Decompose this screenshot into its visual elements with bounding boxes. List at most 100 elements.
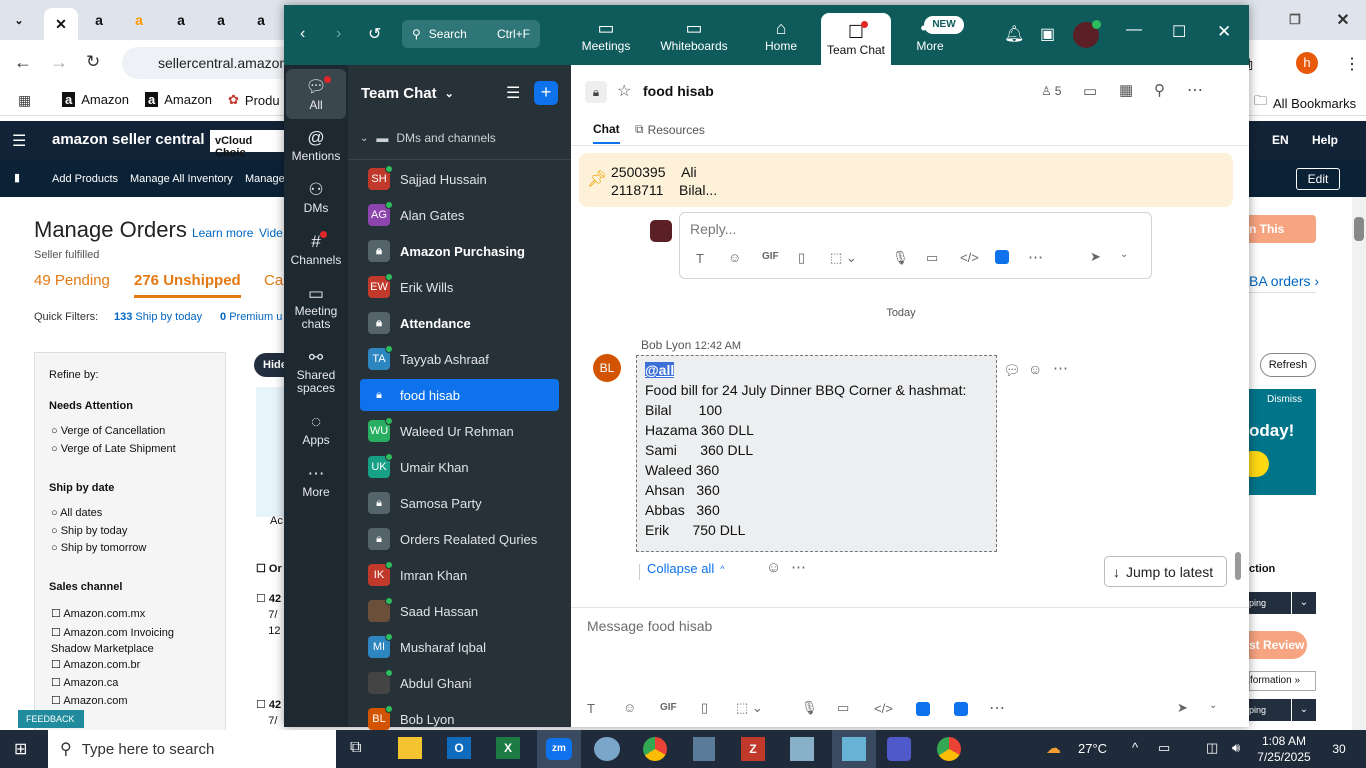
message-body[interactable]: @all Food bill for 24 July Dinner BBQ Co… bbox=[636, 355, 997, 552]
filter-channel[interactable]: ☐ Amazon.ca bbox=[51, 676, 118, 689]
star-icon[interactable]: ☆ bbox=[617, 81, 631, 101]
language-selector[interactable]: EN bbox=[1272, 133, 1289, 147]
chat-list-item[interactable]: 🔒︎ Amazon Purchasing bbox=[360, 235, 559, 267]
unshipped-tab[interactable]: 276 Unshipped bbox=[134, 272, 241, 298]
tab-chat[interactable]: Chat bbox=[593, 122, 620, 144]
bookmark-products[interactable]: ✿ Produ bbox=[228, 92, 280, 108]
send-icon[interactable]: ➤ bbox=[1177, 700, 1188, 716]
filter-ship-tomorrow[interactable]: ○ Ship by tomorrow bbox=[51, 542, 146, 554]
review-button[interactable]: st Review bbox=[1249, 631, 1307, 659]
rail-mentions[interactable]: @ Mentions bbox=[286, 127, 346, 163]
nav-add-products[interactable]: Add Products bbox=[52, 173, 118, 185]
tab-amazon-icon[interactable]: a bbox=[86, 8, 112, 32]
task-view-icon[interactable]: ⧉ bbox=[350, 739, 361, 757]
tab-team-chat[interactable]: ☐ Team Chat bbox=[821, 13, 891, 65]
scroll-thumb[interactable] bbox=[1235, 552, 1241, 580]
shipping-button[interactable]: ping bbox=[1249, 699, 1291, 721]
close-window-icon[interactable]: ✕ bbox=[1330, 8, 1356, 32]
chat-list-item[interactable]: 🔒︎ food hisab bbox=[360, 379, 559, 411]
tray-chevron-icon[interactable]: ^ bbox=[1132, 740, 1138, 755]
notification-center[interactable]: 30 bbox=[1326, 739, 1352, 759]
zoom-taskbar-item[interactable]: zm bbox=[537, 730, 581, 768]
help-page-button[interactable]: n This Page bbox=[1249, 215, 1316, 264]
chat-list-item[interactable]: UK Umair Khan bbox=[360, 451, 559, 483]
tab-amazon-icon[interactable]: a bbox=[248, 8, 274, 32]
more-actions-icon[interactable]: ⋯ bbox=[1053, 359, 1068, 377]
video-call-icon[interactable]: ▭ bbox=[1083, 82, 1097, 100]
chat-list-item[interactable]: 🔒︎ Orders Realated Quries bbox=[360, 523, 559, 555]
vcloud-selector[interactable]: vCloud Choic bbox=[210, 130, 290, 159]
gif-icon[interactable]: GIF bbox=[762, 251, 779, 262]
tab-resources[interactable]: ⧉ Resources bbox=[635, 122, 705, 137]
scroll-thumb[interactable] bbox=[1354, 217, 1364, 241]
message-input[interactable]: Message food hisab bbox=[587, 618, 712, 634]
reply-thread-icon[interactable]: 💬︎ bbox=[1003, 362, 1021, 379]
windows-start-icon[interactable]: ⊞ bbox=[14, 739, 27, 759]
pending-tab[interactable]: 49 Pending bbox=[34, 272, 110, 289]
filter-channel[interactable]: ☐ Amazon.com Invoicing Shadow Marketplac… bbox=[51, 625, 201, 657]
filter-channel[interactable]: ☐ Amazon.com.br bbox=[51, 658, 140, 671]
order-row[interactable]: ☐ 42 7/ 12 bbox=[256, 591, 281, 639]
clock[interactable]: 1:08 AM 7/25/2025 bbox=[1256, 733, 1312, 765]
more-icon[interactable]: ⋯ bbox=[989, 698, 1005, 718]
tab-whiteboards[interactable]: ▭ Whiteboards bbox=[654, 5, 734, 65]
gif-icon[interactable]: GIF bbox=[660, 702, 677, 713]
add-reaction-icon[interactable]: ☺ bbox=[766, 559, 781, 576]
close-icon[interactable]: ✕ bbox=[1217, 22, 1231, 42]
rail-all[interactable]: 💬︎ All bbox=[286, 69, 346, 119]
chat-list-item[interactable]: WU Waleed Ur Rehman bbox=[360, 415, 559, 447]
more-icon[interactable]: ⋯ bbox=[1028, 248, 1043, 266]
edit-button[interactable]: Edit bbox=[1296, 168, 1340, 190]
filezilla-icon[interactable]: Z bbox=[741, 737, 765, 761]
rail-meeting-chats[interactable]: ▭ Meeting chats bbox=[286, 283, 346, 331]
dismiss-link[interactable]: Dismiss bbox=[1267, 394, 1302, 405]
back-icon[interactable]: ‹ bbox=[300, 25, 305, 43]
rail-more[interactable]: ⋯ More bbox=[286, 463, 346, 499]
calendar-icon[interactable]: ▦ bbox=[1119, 81, 1133, 99]
chat-list-item[interactable]: Saad Hassan bbox=[360, 595, 559, 627]
sender-avatar[interactable]: BL bbox=[593, 354, 621, 382]
chrome-icon[interactable] bbox=[937, 737, 961, 761]
app-icon[interactable] bbox=[594, 737, 620, 761]
information-button[interactable]: formation » bbox=[1249, 671, 1316, 691]
learn-more-link[interactable]: Learn more bbox=[192, 226, 253, 240]
add-reaction-icon[interactable]: ☺ bbox=[1028, 361, 1042, 377]
mic-icon[interactable]: 🎙︎ bbox=[801, 700, 818, 716]
chat-list-item[interactable]: SH Sajjad Hussain bbox=[360, 163, 559, 195]
reply-input[interactable]: Reply... bbox=[690, 221, 736, 237]
temperature[interactable]: 27°C bbox=[1078, 741, 1107, 756]
search-icon[interactable]: ⚲ bbox=[1154, 81, 1165, 99]
close-tab-icon[interactable]: ✕ bbox=[44, 8, 78, 40]
back-icon[interactable]: ← bbox=[14, 52, 32, 73]
excel-icon[interactable]: X bbox=[496, 737, 520, 759]
chevron-down-icon[interactable]: ⌄ bbox=[1120, 249, 1128, 260]
mention-all[interactable]: @all bbox=[645, 360, 988, 380]
rail-channels[interactable]: # Channels bbox=[286, 231, 346, 267]
filter-channel[interactable]: ☐ Amazon.com.mx bbox=[51, 607, 145, 620]
feedback-button[interactable]: FEEDBACK ✕ bbox=[18, 710, 84, 742]
more-actions-icon[interactable]: ⋯ bbox=[791, 558, 806, 576]
chevron-down-icon[interactable]: ⌄ bbox=[1209, 700, 1217, 711]
chat-list-item[interactable]: Abdul Ghani bbox=[360, 667, 559, 699]
filter-icon[interactable]: ☰ bbox=[506, 83, 520, 103]
bookmark-icon[interactable]: ▮ bbox=[14, 171, 20, 184]
nav-manage-inventory[interactable]: Manage All Inventory bbox=[130, 173, 233, 185]
video-message-icon[interactable]: ▭ bbox=[926, 250, 938, 266]
tab-more[interactable]: •••More bbox=[910, 5, 950, 65]
calendar-icon[interactable]: ▣ bbox=[1040, 24, 1055, 44]
calculator-icon[interactable] bbox=[693, 737, 715, 761]
bookmark-amazon[interactable]: a Amazon bbox=[62, 92, 129, 107]
tab-search-icon[interactable]: ⌄ bbox=[6, 8, 32, 32]
video-message-icon[interactable]: ▭ bbox=[837, 700, 849, 716]
send-icon[interactable]: ➤ bbox=[1090, 249, 1101, 265]
chat-scrollbar[interactable] bbox=[1235, 147, 1241, 607]
battery-icon[interactable]: ▭ bbox=[1158, 740, 1170, 756]
chevron-down-icon[interactable]: ⌄ bbox=[1292, 699, 1316, 721]
chat-list-item[interactable]: AG Alan Gates bbox=[360, 199, 559, 231]
tab-home[interactable]: ⌂ Home bbox=[756, 5, 806, 65]
chat-app-icon[interactable] bbox=[954, 702, 968, 716]
emoji-icon[interactable]: ☺ bbox=[623, 700, 636, 715]
new-chat-button[interactable]: + bbox=[534, 81, 558, 105]
file-icon[interactable]: ▯ bbox=[798, 250, 805, 266]
shipping-button[interactable]: ping bbox=[1249, 592, 1291, 614]
